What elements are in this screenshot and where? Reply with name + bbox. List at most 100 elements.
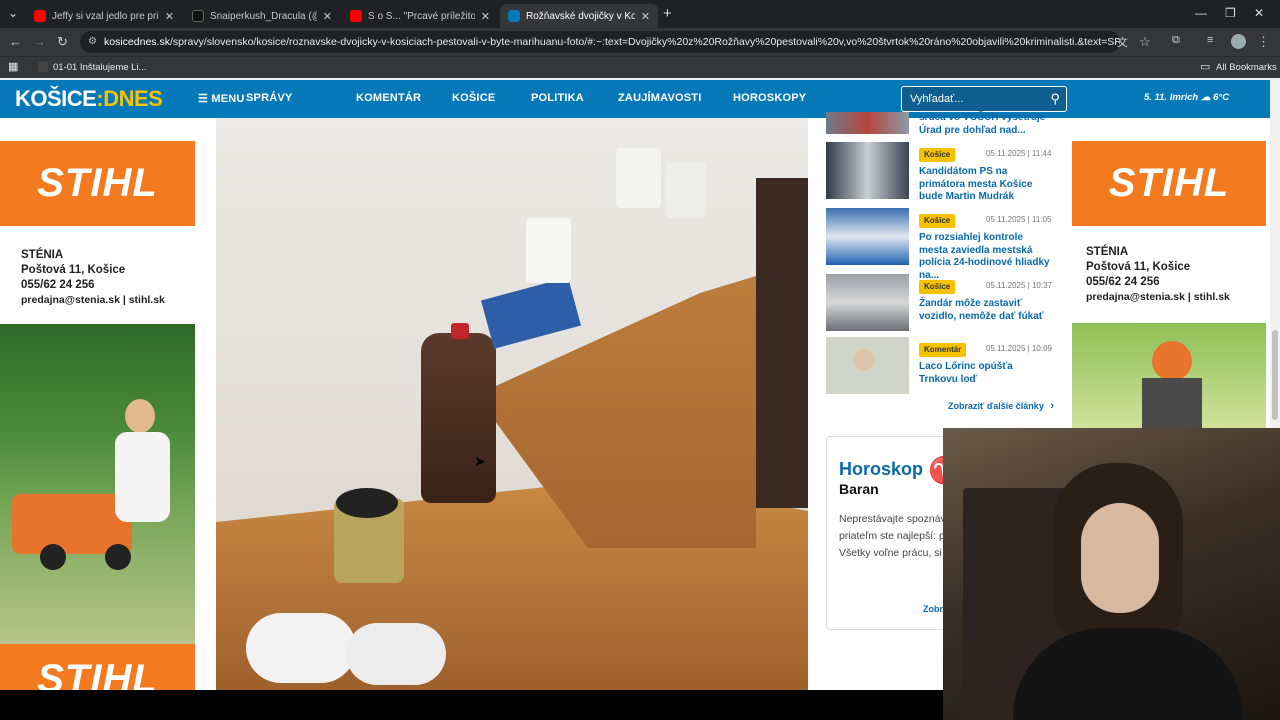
stihl-logo: STIHL (0, 141, 195, 226)
minimize-icon[interactable]: — (1195, 6, 1207, 20)
browser-tab-3[interactable]: S o S... "Prcavé príležitosti" - Yo ✕ (342, 4, 498, 28)
article-thumbnail (826, 112, 909, 134)
ad-worker-photo (1072, 323, 1266, 428)
tab-title: Jeffy si vzal jedlo pre priateľku (52, 10, 159, 22)
article-thumbnail (826, 274, 909, 331)
name-day: 5. 11. Imrich (1144, 92, 1199, 103)
hamburger-icon: ☰ (198, 93, 212, 105)
menu-label: MENU (211, 93, 245, 105)
bookmark-favicon-icon (38, 62, 48, 72)
article-tag[interactable]: Košice (919, 214, 956, 228)
page-scrollbar[interactable] (1270, 80, 1280, 428)
article-date: 05.11.2025 | 10:37 (986, 281, 1052, 290)
article-item[interactable]: Košice 05.11.2025 | 11:44 Kandidátom PS … (826, 142, 1056, 202)
article-item[interactable]: srdca vo VOŠCH vyšetruje Úrad pre dohľad… (826, 106, 1056, 136)
more-menu-icon[interactable]: ⋮ (1257, 34, 1270, 50)
scrollbar-thumb[interactable] (1272, 330, 1278, 420)
bookmark-item[interactable]: 01-01 Inštalujeme Li... (53, 62, 146, 73)
horoscope-title-text: Horoskop (839, 459, 924, 479)
profile-avatar[interactable] (1231, 34, 1246, 49)
ad-garden-photo (0, 324, 195, 644)
article-date: 05.11.2025 | 11:05 (986, 215, 1052, 224)
nav-spravy[interactable]: SPRÁVY (246, 92, 292, 104)
forward-icon[interactable]: → (33, 34, 46, 49)
left-ad-banner[interactable]: STIHL STÉNIA Poštová 11, Košice 055/62 2… (0, 118, 195, 690)
media-control-icon[interactable]: ≡ (1207, 34, 1213, 46)
mask-shape (246, 613, 356, 683)
helmet-shape (1152, 341, 1192, 381)
browser-tab-4-active[interactable]: Rožňavské dvojičky v Košiciach ✕ (500, 4, 658, 28)
article-item[interactable]: Komentár 05.11.2025 | 10:09 Laco Lőrinc … (826, 337, 1056, 397)
video-bottom-bar (0, 690, 943, 720)
nav-horoskopy[interactable]: HOROSKOPY (733, 92, 806, 104)
article-date: 05.11.2025 | 10:09 (986, 344, 1052, 353)
close-icon[interactable]: ✕ (165, 10, 174, 23)
article-item[interactable]: Košice 05.11.2025 | 11:05 Po rozsiahlej … (826, 208, 1056, 281)
article-title[interactable]: Laco Lőrinc opúšťa Trnkovu loď (919, 361, 1054, 386)
ad-company: STÉNIA (21, 249, 64, 261)
site-info-icon[interactable]: ⚙ (88, 31, 97, 53)
url-path: /spravy/slovensko/kosice/roznavske-dvoji… (169, 36, 1120, 48)
article-date: 05.11.2025 | 11:44 (986, 149, 1052, 158)
tiktok-icon (192, 10, 204, 22)
address-bar[interactable]: ⚙ kosicednes.sk/spravy/slovensko/kosice/… (80, 31, 1120, 53)
more-articles-label: Zobraziť ďalšie články (948, 401, 1044, 411)
article-item[interactable]: Košice 05.11.2025 | 10:37 Žandár môže za… (826, 274, 1056, 334)
nav-kosice[interactable]: KOŠICE (452, 92, 495, 104)
close-icon[interactable]: ✕ (641, 10, 650, 23)
container-shape (616, 148, 661, 208)
translate-icon[interactable]: 文 (1117, 34, 1128, 50)
ad-contact: predajna@stenia.sk | stihl.sk (21, 294, 165, 306)
wheel-shape (40, 544, 66, 570)
url-host: kosicednes.sk (104, 36, 170, 48)
close-icon[interactable]: ✕ (481, 10, 490, 23)
maximize-icon[interactable]: ❐ (1225, 6, 1236, 20)
mouse-cursor-icon: ➤ (474, 453, 486, 469)
wheel-shape (105, 544, 131, 570)
right-ad-banner[interactable]: STIHL STÉNIA Poštová 11, Košice 055/62 2… (1072, 118, 1266, 428)
reload-icon[interactable]: ↻ (57, 34, 68, 50)
tab-search-icon[interactable]: ⌄ (8, 6, 18, 20)
container-shape (666, 163, 706, 218)
more-articles-link[interactable]: Zobraziť ďalšie články › (948, 400, 1054, 412)
webcam-overlay (943, 428, 1280, 720)
folder-icon: ▭ (1200, 61, 1211, 73)
tab-title: S o S... "Prcavé príležitosti" - Yo (368, 10, 475, 22)
tab-title: Rožňavské dvojičky v Košiciach (526, 10, 635, 22)
ad-company: STÉNIA (1086, 246, 1129, 258)
apps-grid-icon[interactable]: ▦ (8, 60, 18, 73)
nav-komentar[interactable]: KOMENTÁR (356, 92, 421, 104)
site-logo[interactable]: KOŠICE:DNES (15, 86, 163, 112)
menu-button[interactable]: ☰ MENU (198, 92, 245, 105)
article-title[interactable]: srdca vo VOŠCH vyšetruje Úrad pre dohľad… (919, 112, 1054, 137)
browser-tab-1[interactable]: Jeffy si vzal jedlo pre priateľku ✕ (26, 4, 182, 28)
logo-text-left: KOŠICE (15, 86, 97, 111)
person-body-shape (115, 432, 170, 522)
all-bookmarks-button[interactable]: All Bookmarks (1216, 62, 1277, 73)
article-title[interactable]: Žandár môže zastaviť vozidlo, nemôže dať… (919, 298, 1054, 323)
ad-address: Poštová 11, Košice (1086, 261, 1191, 273)
browser-toolbar: ← → ↻ ⚙ kosicednes.sk/spravy/slovensko/k… (0, 28, 1280, 56)
youtube-icon (34, 10, 46, 22)
article-tag[interactable]: Košice (919, 148, 956, 162)
browser-tab-2[interactable]: Snaiperkush_Dracula (@snaiper ✕ (184, 4, 340, 28)
bottle-shape (421, 333, 496, 503)
ad-address: Poštová 11, Košice (21, 264, 126, 276)
article-tag[interactable]: Košice (919, 280, 956, 294)
article-thumbnail (826, 208, 909, 265)
window-close-icon[interactable]: ✕ (1254, 6, 1264, 20)
article-title[interactable]: Kandidátom PS na primátora mesta Košice … (919, 166, 1054, 204)
new-tab-button[interactable]: + (663, 5, 672, 22)
logo-text-right: DNES (103, 86, 163, 111)
extensions-icon[interactable]: ⧉ (1172, 34, 1180, 47)
back-icon[interactable]: ← (9, 34, 22, 49)
weather: ☁ 6°C (1201, 92, 1229, 103)
article-photo[interactable]: ➤ (216, 118, 808, 690)
close-icon[interactable]: ✕ (323, 10, 332, 23)
bookmark-star-icon[interactable]: ☆ (1139, 34, 1151, 50)
nav-politika[interactable]: POLITIKA (531, 92, 584, 104)
nav-zaujimavosti[interactable]: ZAUJÍMAVOSTI (618, 92, 701, 104)
article-tag[interactable]: Komentár (919, 343, 967, 357)
cloud-icon: ☁ (1201, 92, 1214, 103)
ad-contact: predajna@stenia.sk | stihl.sk (1086, 291, 1230, 303)
